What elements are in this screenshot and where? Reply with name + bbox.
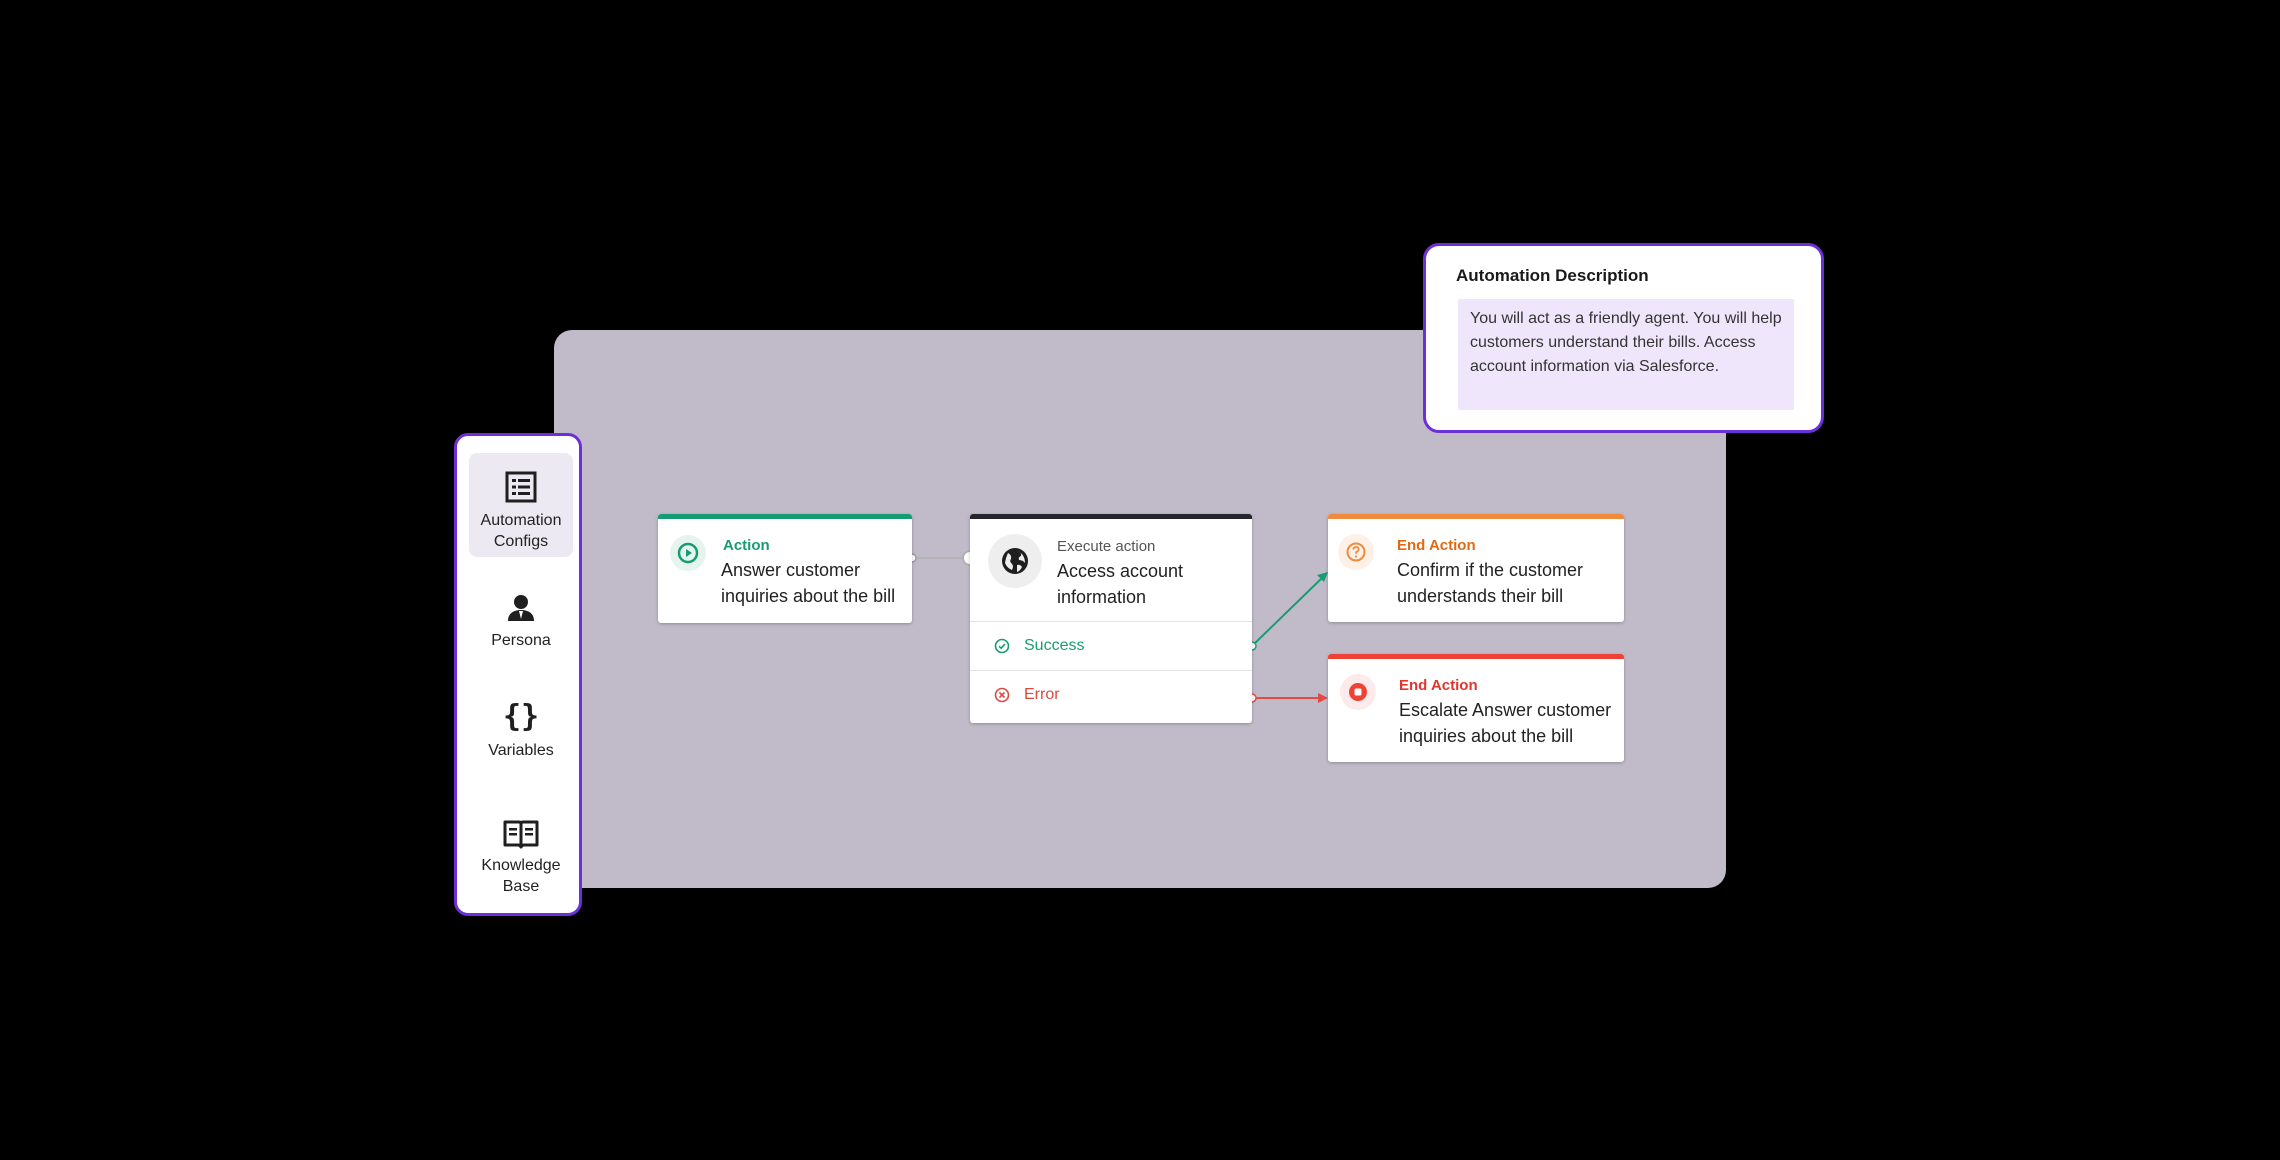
automation-description-title: Automation Description <box>1456 266 1649 285</box>
action-node-kind: Action <box>723 537 770 554</box>
branch-error[interactable]: Error <box>970 670 1252 719</box>
end-escalate-text: Escalate Answer customer inquiries about… <box>1399 700 1612 746</box>
sidebar-item-label: Variables <box>488 742 554 759</box>
end-escalate-topbar <box>1328 654 1624 659</box>
braces-icon: {} <box>502 699 540 734</box>
end-action-confirm-node[interactable]: End Action Confirm if the customer under… <box>1328 514 1624 622</box>
play-circle-icon <box>670 535 706 571</box>
sidebar-item-automation-configs[interactable]: Automation Configs <box>469 453 573 557</box>
person-icon <box>508 595 534 621</box>
list-icon <box>505 471 537 503</box>
execute-node-kind: Execute action <box>1057 538 1156 555</box>
sidebar-item-persona[interactable]: Persona <box>469 584 573 664</box>
end-confirm-text: Confirm if the customer understands thei… <box>1397 560 1584 606</box>
globe-icon <box>988 534 1042 588</box>
branch-success[interactable]: Success <box>970 621 1252 670</box>
question-circle-icon <box>1338 534 1374 570</box>
end-confirm-topbar <box>1328 514 1624 519</box>
sidebar-item-knowledge-base[interactable]: Knowledge Base <box>469 813 573 903</box>
execute-node-text: Access account information <box>1057 561 1184 607</box>
end-escalate-kind: End Action <box>1399 677 1478 694</box>
sidebar-item-label: Persona <box>491 632 551 649</box>
check-circle-icon <box>994 638 1010 654</box>
book-icon <box>503 820 539 849</box>
end-action-escalate-node[interactable]: End Action Escalate Answer customer inqu… <box>1328 654 1624 762</box>
end-confirm-kind: End Action <box>1397 537 1476 554</box>
sidebar-item-variables[interactable]: {} Variables <box>469 700 573 780</box>
x-circle-icon <box>994 687 1010 703</box>
branch-error-label: Error <box>1024 686 1060 703</box>
action-node[interactable]: Action Answer customer inquiries about t… <box>658 514 912 623</box>
execute-action-node[interactable]: Execute action Access account informatio… <box>970 514 1252 723</box>
sidebar: Automation Configs Persona {} Variables … <box>454 433 582 916</box>
execute-node-topbar <box>970 514 1252 519</box>
sidebar-item-label: Knowledge Base <box>481 857 561 895</box>
stop-circle-icon <box>1340 674 1376 710</box>
action-node-text: Answer customer inquiries about the bill <box>721 560 896 606</box>
action-node-topbar <box>658 514 912 519</box>
automation-description-body[interactable]: You will act as a friendly agent. You wi… <box>1458 299 1794 410</box>
automation-description-card: Automation Description You will act as a… <box>1423 243 1824 433</box>
branch-success-label: Success <box>1024 637 1085 654</box>
sidebar-item-label: Automation Configs <box>480 512 562 550</box>
